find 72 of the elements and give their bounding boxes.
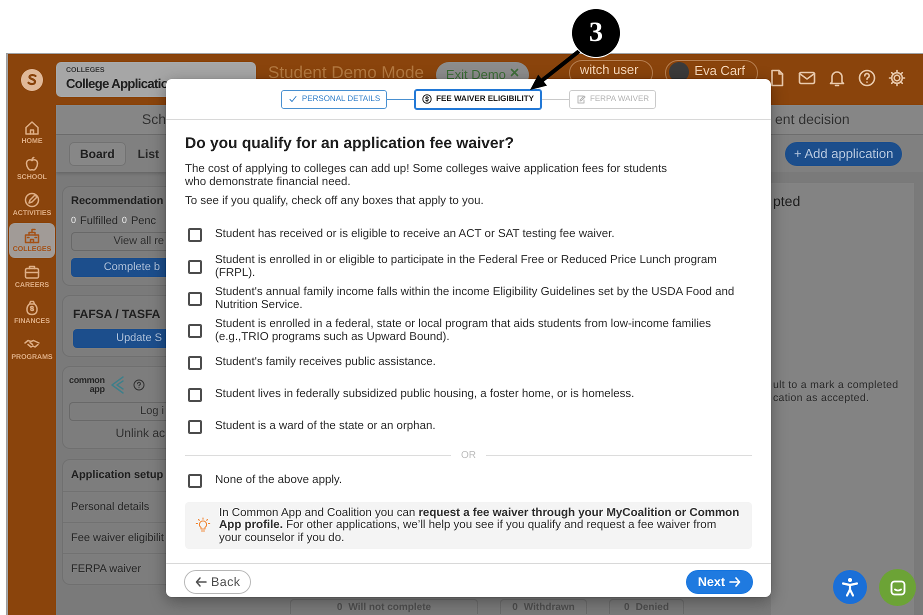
person-icon <box>839 576 861 598</box>
check-icon <box>288 94 298 104</box>
tip-text: In Common App and Coalition you can request a fee waiver through your MyCoalition or Common App profile. For other applications, we’ll help you see if you qualify and request a fee waiver from your counselor if you do. <box>219 506 740 544</box>
arrow-left-icon <box>195 576 207 588</box>
help-icon[interactable] <box>132 379 145 391</box>
bell-icon[interactable] <box>827 68 847 88</box>
complete-button[interactable]: Complete b <box>71 258 166 277</box>
column-header: Sch <box>142 110 166 129</box>
update-button[interactable]: Update S <box>73 329 166 348</box>
count-value: 0 <box>122 214 127 227</box>
apple-icon <box>23 155 41 173</box>
option-label: Student is enrolled in or eligible to participate in the Federal Free or Reduced Price Lunch program (FRPL). <box>215 254 718 280</box>
option-label: None of the above apply. <box>215 474 344 487</box>
callout-number: 3 <box>572 9 620 57</box>
intro-text: To see if you qualify, check off any boxes that apply to you. <box>185 195 485 208</box>
user-name: Eva Carf <box>694 62 745 78</box>
building-icon <box>23 227 41 245</box>
option-label: Student is enrolled in a federal, state or local program that aids students from low-income families (e.g.,TRIO programs such as Upward Bound). <box>215 318 712 344</box>
pointer-arrow <box>530 50 580 90</box>
option-label: Student lives in federally subsidized public housing, a foster home, or is homeless. <box>215 388 636 401</box>
count-value: 0 <box>71 214 76 227</box>
checkbox[interactable] <box>188 260 202 274</box>
checkbox[interactable] <box>188 228 202 242</box>
pencil-icon <box>23 191 41 209</box>
setup-item[interactable]: Personal details <box>71 498 150 516</box>
view-tab[interactable]: Board <box>69 142 126 166</box>
checkbox[interactable] <box>188 292 202 306</box>
intro-text: The cost of applying to colleges can add up! Some colleges waive application fees for students who demonstrate financial need. <box>185 163 668 188</box>
card-title: Recommendation <box>71 194 164 209</box>
hint-text: ult to a mark a completed cation as accepted. <box>773 379 900 405</box>
setup-item[interactable]: FERPA waiver <box>71 560 142 578</box>
option-label: Student is a ward of the state or an orphan. <box>215 420 437 433</box>
checkbox[interactable] <box>188 324 202 338</box>
view-all-button[interactable]: View all re <box>71 232 166 251</box>
count-label: Fulfilled <box>80 214 118 228</box>
next-button[interactable]: Next <box>686 570 753 594</box>
settings-icon[interactable] <box>887 68 907 88</box>
page-title: College Applicatio <box>66 75 170 92</box>
close-icon <box>510 68 519 77</box>
arrow-right-icon <box>729 576 741 588</box>
chat-icon <box>888 578 906 596</box>
option-label: Student has received or is eligible to receive an ACT or SAT testing fee waiver. <box>215 228 616 241</box>
column-header: ent decision <box>775 110 850 129</box>
back-button[interactable]: Back <box>184 570 252 594</box>
logo-icon <box>20 68 44 92</box>
option-label: Student's annual family income falls within the income Eligibility Guidelines set by the USDA Food and Nutrition Service. <box>215 286 736 312</box>
home-icon <box>23 119 41 137</box>
dollar-icon <box>422 94 432 104</box>
step-tab[interactable]: FERPA WAIVER <box>568 90 656 108</box>
option-label: Student's family receives public assistance. <box>215 356 437 369</box>
step-tab[interactable]: FEE WAIVER ELIGIBILITY <box>414 88 542 110</box>
step-tab[interactable]: PERSONAL DETAILS <box>280 90 388 108</box>
setup-item[interactable]: Fee waiver eligibilit <box>71 530 164 546</box>
divider-label: OR <box>461 448 476 462</box>
column-title: pted <box>773 192 802 211</box>
count-label: Penc <box>130 214 156 228</box>
log-in-button[interactable]: Log i <box>69 402 166 421</box>
view-tab[interactable]: List <box>132 142 166 166</box>
card-title: FAFSA / TASFA <box>73 306 162 323</box>
lightbulb-icon <box>195 517 211 534</box>
checkbox[interactable] <box>188 356 202 370</box>
unlink-link[interactable]: Unlink ac <box>69 424 166 442</box>
briefcase-icon <box>23 263 41 281</box>
add-application-button[interactable]: + Add application <box>785 142 902 166</box>
chevron-logo-icon <box>108 375 125 395</box>
checkbox[interactable] <box>188 388 202 402</box>
logo-wordmark: common app <box>69 376 105 394</box>
pen-document-icon <box>576 94 586 104</box>
dialog-title: Do you qualify for an application fee waiver? <box>185 134 516 154</box>
card-title: Application setup <box>71 468 164 484</box>
checkbox[interactable] <box>188 474 202 488</box>
checkbox[interactable] <box>188 420 202 434</box>
